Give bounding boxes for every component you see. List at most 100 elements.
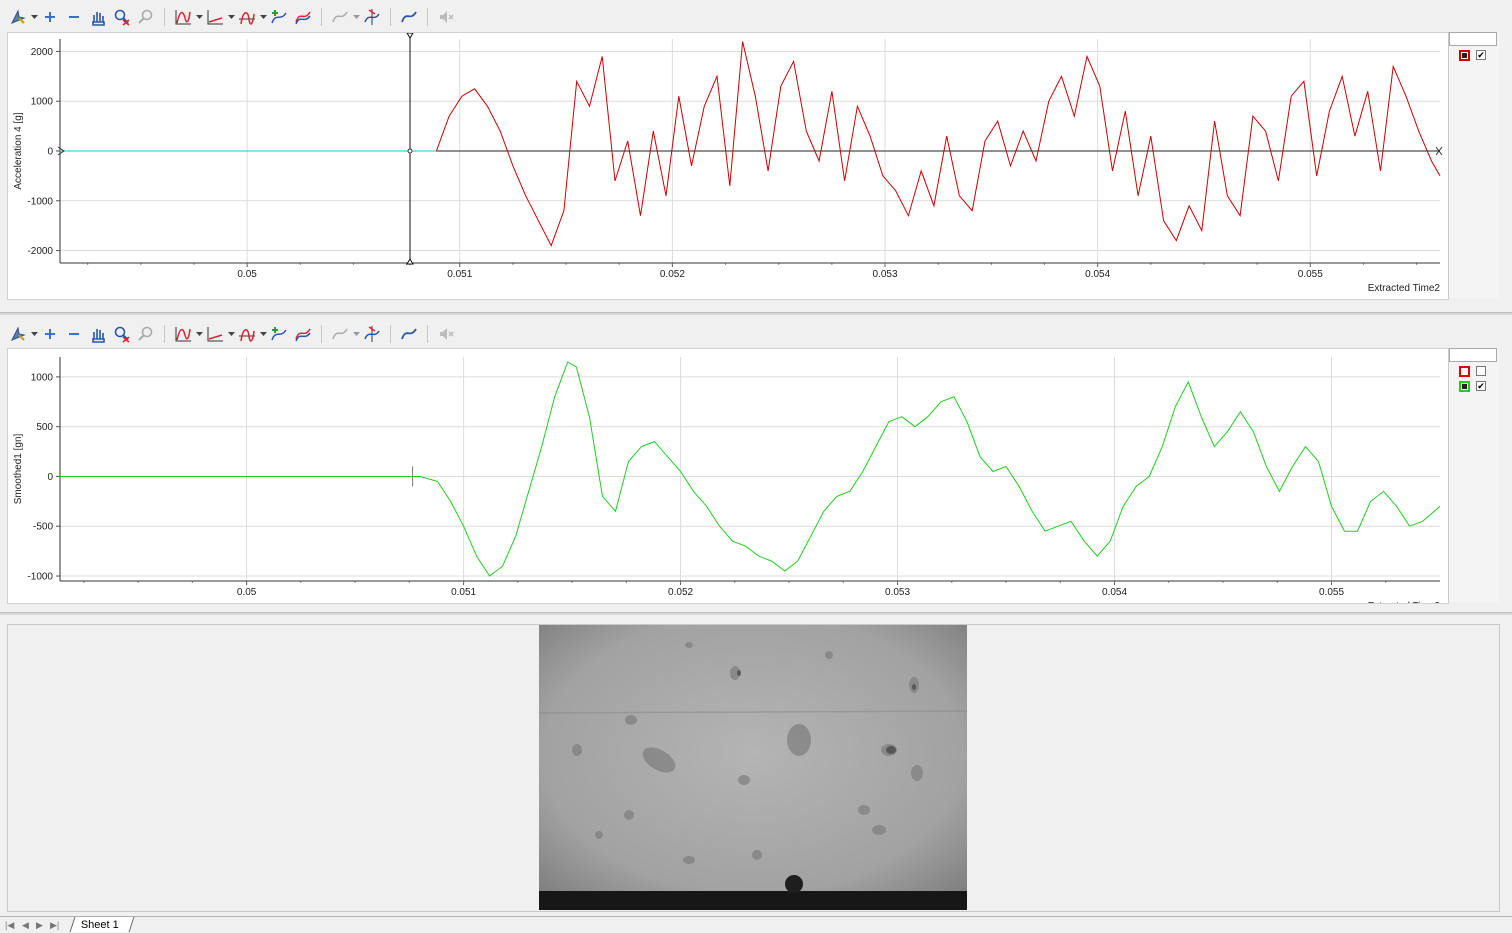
x-tick-label: 0.053: [873, 269, 898, 280]
y-tick-label: -500: [33, 522, 53, 533]
pan-hand-icon[interactable]: [86, 323, 110, 345]
cursor-mode-icon[interactable]: [6, 323, 30, 345]
legend-header: [1449, 348, 1497, 362]
zoom-out-icon[interactable]: [62, 323, 86, 345]
cursor-tool-icon[interactable]: [360, 323, 384, 345]
series-color-swatch[interactable]: [1459, 49, 1470, 61]
curve-style-icon[interactable]: [328, 6, 352, 28]
y-tick-label: 2000: [31, 47, 54, 58]
y-tick-label: 0: [47, 472, 53, 483]
marker-icon[interactable]: [235, 323, 259, 345]
y-tick-label: 1000: [31, 372, 54, 383]
series-color-swatch[interactable]: [1459, 380, 1470, 392]
toolbar-separator: [427, 325, 428, 343]
cursor-point: [407, 148, 413, 154]
acceleration-chart[interactable]: 0.05 0.051 0.052 0.053 0.054 0.055 2000 1000 0 -1…: [8, 32, 1448, 299]
x-tick-label: 0.05: [237, 269, 257, 280]
series-visible-checkbox[interactable]: ✔: [1476, 50, 1486, 60]
chevron-down-icon[interactable]: [195, 323, 203, 345]
legend-row[interactable]: ✔: [1449, 379, 1497, 393]
series-line: [59, 361, 1441, 577]
audio-mute-icon[interactable]: [434, 323, 458, 345]
curve-compare-icon[interactable]: [291, 6, 315, 28]
sheet-tab-label: Sheet 1: [80, 919, 119, 931]
toolbar-separator: [321, 8, 322, 26]
chart-toolbar-2: [6, 321, 1506, 347]
x-tick-label: 0.052: [660, 269, 685, 280]
zoom-in-icon[interactable]: [38, 323, 62, 345]
series-line: [435, 41, 1441, 247]
zoom-area-icon[interactable]: [134, 323, 158, 345]
chevron-down-icon[interactable]: [352, 323, 360, 345]
y-tick-label: -1000: [27, 572, 53, 583]
x-tick-label: 0.051: [451, 587, 476, 598]
sheet-tab[interactable]: Sheet 1: [69, 917, 135, 932]
fit-icon[interactable]: [397, 323, 421, 345]
x-tick-label: 0.051: [447, 269, 472, 280]
y-tick-label: -2000: [27, 246, 53, 257]
x-tick-label: 0.054: [1085, 269, 1110, 280]
series-visible-checkbox[interactable]: [1476, 366, 1486, 376]
chevron-down-icon[interactable]: [227, 6, 235, 28]
pan-hand-icon[interactable]: [86, 6, 110, 28]
toolbar-separator: [390, 8, 391, 26]
panel-divider[interactable]: [0, 312, 1512, 315]
zoom-area-icon[interactable]: [134, 6, 158, 28]
camera-frame-picture: [539, 625, 967, 910]
legend-panel-2: ✔: [1448, 348, 1499, 602]
series-color-swatch[interactable]: [1459, 365, 1470, 377]
zoom-in-icon[interactable]: [38, 6, 62, 28]
cursor-mode-icon[interactable]: [6, 6, 30, 28]
chart-area-1[interactable]: 0.05 0.051 0.052 0.053 0.054 0.055 2000 1000 0 -1…: [7, 32, 1449, 300]
zoom-reset-icon[interactable]: [110, 323, 134, 345]
axis-settings-icon[interactable]: [203, 323, 227, 345]
curve-style-icon[interactable]: [328, 323, 352, 345]
chevron-down-icon[interactable]: [195, 6, 203, 28]
chevron-down-icon[interactable]: [30, 6, 38, 28]
cursor-bottom-handle: [406, 258, 414, 265]
chart-area-2[interactable]: 0.05 0.051 0.052 0.053 0.054 0.055 1000 500 0 -50…: [7, 348, 1449, 612]
sheet-tab-bar: |◀ ◀ ▶ ▶| Sheet 1: [0, 916, 1512, 933]
add-curve-icon[interactable]: [267, 323, 291, 345]
zoom-reset-icon[interactable]: [110, 6, 134, 28]
series-visible-checkbox[interactable]: ✔: [1476, 381, 1486, 391]
legend-row[interactable]: [1449, 364, 1497, 378]
x-tick-label: 0.05: [237, 587, 257, 598]
legend-row[interactable]: ✔: [1449, 48, 1497, 62]
legend-panel-1: ✔: [1448, 32, 1499, 298]
chevron-down-icon[interactable]: [30, 323, 38, 345]
toolbar-separator: [321, 325, 322, 343]
y-tick-label: 0: [47, 147, 53, 158]
fit-icon[interactable]: [397, 6, 421, 28]
y-tick-label: 500: [36, 422, 53, 433]
chevron-down-icon[interactable]: [227, 323, 235, 345]
add-curve-icon[interactable]: [267, 6, 291, 28]
y-tick-label: -1000: [27, 196, 53, 207]
chevron-down-icon[interactable]: [259, 6, 267, 28]
camera-frame-image: [539, 625, 967, 910]
prev-sheet-icon[interactable]: ◀: [22, 920, 29, 931]
chart-toolbar-1: [6, 4, 1506, 30]
chevron-down-icon[interactable]: [352, 6, 360, 28]
cursor-top-handle: [406, 32, 414, 39]
toolbar-separator: [164, 325, 165, 343]
toolbar-separator: [164, 8, 165, 26]
toolbar-separator: [390, 325, 391, 343]
first-sheet-icon[interactable]: |◀: [5, 920, 14, 931]
axis-settings-icon[interactable]: [203, 6, 227, 28]
last-sheet-icon[interactable]: ▶|: [50, 920, 59, 931]
panel-divider[interactable]: [0, 612, 1512, 615]
image-panel: [7, 624, 1500, 912]
cursor-tool-icon[interactable]: [360, 6, 384, 28]
audio-mute-icon[interactable]: [434, 6, 458, 28]
marker-icon[interactable]: [235, 6, 259, 28]
x-tick-label: 0.053: [885, 587, 910, 598]
chevron-down-icon[interactable]: [259, 323, 267, 345]
y-axis-label: Smoothed1 [gn]: [13, 433, 24, 504]
signal-type-icon[interactable]: [171, 323, 195, 345]
curve-compare-icon[interactable]: [291, 323, 315, 345]
smoothed-chart[interactable]: 0.05 0.051 0.052 0.053 0.054 0.055 1000 500 0 -50…: [8, 349, 1448, 612]
zoom-out-icon[interactable]: [62, 6, 86, 28]
signal-type-icon[interactable]: [171, 6, 195, 28]
next-sheet-icon[interactable]: ▶: [36, 920, 43, 931]
